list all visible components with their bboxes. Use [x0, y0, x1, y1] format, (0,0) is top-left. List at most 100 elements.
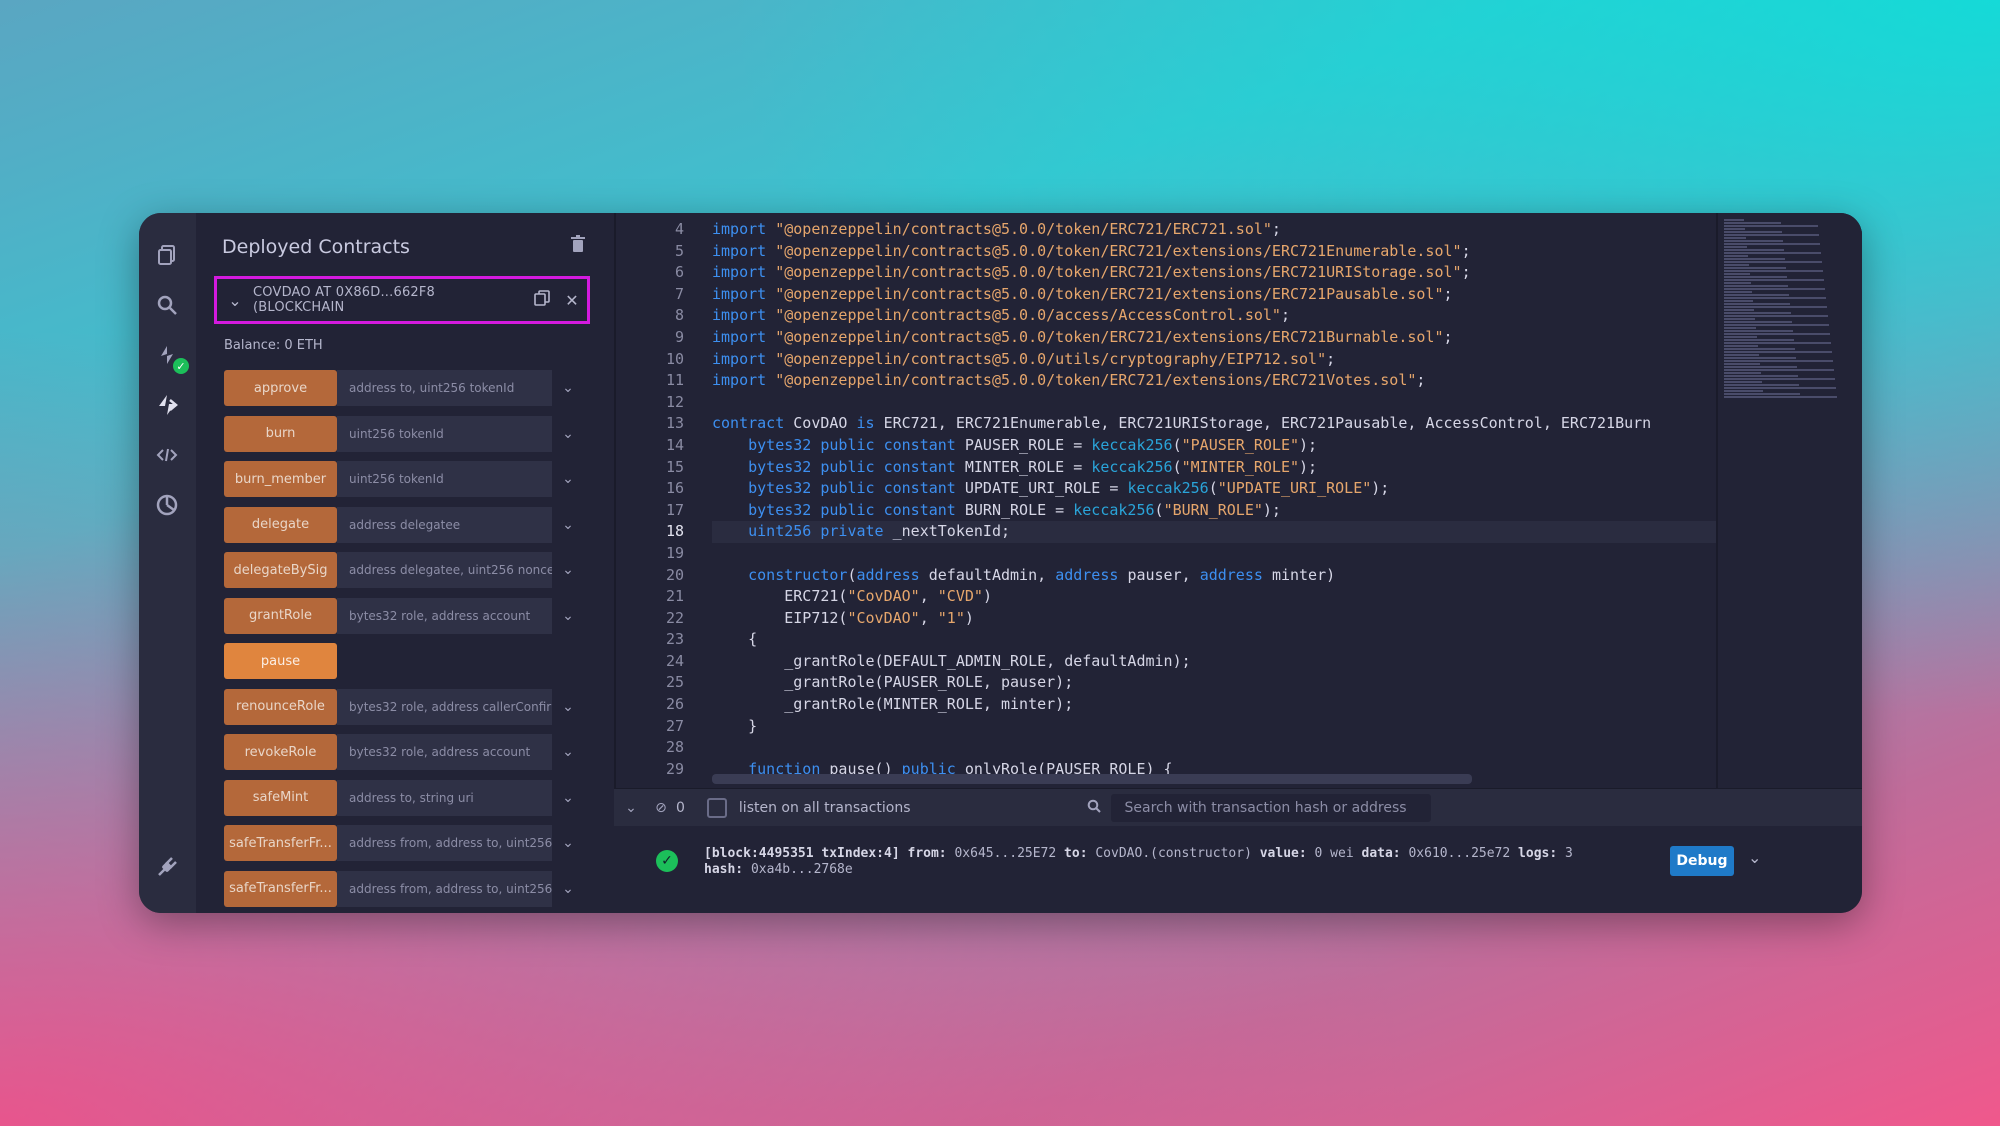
chevron-down-icon[interactable]: ⌄ — [217, 291, 253, 310]
minimap-line — [1724, 339, 1794, 341]
minimap-line — [1724, 333, 1830, 335]
compile-success-icon: ✓ — [173, 358, 189, 374]
minimap-line — [1724, 330, 1793, 332]
function-params-input[interactable]: bytes32 role, address account — [337, 597, 552, 634]
code-plugin-icon[interactable] — [153, 441, 181, 469]
listen-label: listen on all transactions — [738, 800, 911, 816]
function-params-input[interactable]: bytes32 role, address account — [337, 734, 552, 770]
icon-rail: ✓ — [139, 213, 197, 913]
minimap-line — [1724, 228, 1745, 230]
code-editor[interactable]: 4 5 6 7 8 9 10 11 12 13 14 15 16 17 18 19 20 21 22 23 24 25 26… — [614, 213, 1862, 788]
function-params-input[interactable]: address delegatee, uint256 nonce, uir — [337, 552, 552, 588]
function-params-input[interactable]: uint256 tokenId — [337, 415, 552, 452]
function-params-input[interactable]: address from, address to, uint256 tok — [337, 870, 552, 907]
minimap-line — [1724, 234, 1819, 236]
listen-checkbox[interactable] — [706, 798, 727, 818]
trash-icon[interactable] — [570, 235, 590, 257]
line-number: 16 — [665, 479, 684, 498]
minimap-line — [1724, 279, 1824, 281]
transaction-search-input[interactable]: Search with transaction hash or address — [1110, 794, 1431, 822]
function-row: pause — [224, 642, 584, 680]
line-number: 27 — [665, 716, 684, 735]
function-button[interactable]: delegate — [224, 506, 337, 543]
close-icon[interactable]: ✕ — [557, 291, 587, 310]
search-icon[interactable] — [153, 291, 181, 319]
collapse-terminal-icon[interactable]: ⌄ — [616, 800, 646, 816]
function-params-input[interactable]: address to, string uri — [337, 779, 552, 816]
minimap-line — [1724, 237, 1746, 239]
minimap[interactable] — [1716, 213, 1862, 788]
function-button[interactable]: revokeRole — [224, 734, 337, 770]
function-button[interactable]: renounceRole — [224, 688, 337, 725]
chevron-down-icon[interactable]: ⌄ — [552, 426, 584, 442]
code-line: import "@openzeppelin/contracts@5.0.0/to… — [712, 284, 1453, 303]
function-button[interactable]: approve — [224, 370, 337, 406]
analytics-icon[interactable] — [153, 491, 181, 519]
function-button[interactable]: safeTransferFr... — [224, 870, 337, 907]
function-params-input[interactable]: address delegatee — [337, 506, 552, 543]
function-button[interactable]: safeTransferFr... — [224, 825, 337, 861]
minimap-line — [1724, 354, 1759, 356]
deployed-contract-header[interactable]: ⌄ COVDAO AT 0X86D...662F8 (BLOCKCHAIN ✕ — [214, 276, 590, 324]
deploy-panel: Deployed Contracts ⌄ COVDAO AT 0X86D...6… — [196, 213, 664, 913]
chevron-down-icon[interactable]: ⌄ — [552, 744, 584, 760]
function-row: safeMint address to, string uri ⌄ — [224, 779, 584, 817]
minimap-line — [1724, 249, 1784, 251]
code-line: import "@openzeppelin/contracts@5.0.0/to… — [712, 263, 1471, 282]
chevron-down-icon[interactable]: ⌄ — [552, 517, 584, 533]
chevron-down-icon[interactable]: ⌄ — [552, 835, 584, 851]
line-number: 26 — [665, 695, 684, 714]
line-number-gutter: 4 5 6 7 8 9 10 11 12 13 14 15 16 17 18 19 20 21 22 23 24 25 26… — [616, 219, 684, 780]
minimap-line — [1724, 396, 1837, 398]
minimap-line — [1724, 276, 1787, 278]
log-line: [block:4495351 txIndex:4] from: 0x645...… — [704, 846, 1573, 861]
chevron-down-icon[interactable]: ⌄ — [552, 699, 584, 715]
minimap-line — [1724, 252, 1821, 254]
debug-button[interactable]: Debug — [1670, 846, 1734, 876]
copy-icon[interactable] — [527, 290, 557, 310]
minimap-line — [1724, 345, 1758, 347]
function-params-input[interactable]: uint256 tokenId — [337, 461, 552, 497]
plugin-manager-icon[interactable] — [153, 853, 181, 881]
chevron-down-icon[interactable]: ⌄ — [552, 608, 584, 624]
file-explorer-icon[interactable] — [153, 241, 181, 269]
chevron-down-icon[interactable]: ⌄ — [552, 881, 584, 897]
ide-window: ✓ Deployed Contracts ⌄ COVDAO AT 0X86D..… — [139, 213, 1862, 913]
function-button[interactable]: delegateBySig — [224, 552, 337, 588]
code-line: import "@openzeppelin/contracts@5.0.0/to… — [712, 327, 1453, 346]
chevron-down-icon[interactable]: ⌄ — [552, 562, 584, 578]
line-number: 11 — [665, 371, 684, 390]
terminal-output: ✓ [block:4495351 txIndex:4] from: 0x645.… — [614, 826, 1862, 913]
function-button[interactable]: pause — [224, 643, 337, 679]
transaction-log[interactable]: [block:4495351 txIndex:4] from: 0x645...… — [704, 846, 1573, 878]
line-number: 15 — [665, 457, 684, 476]
deploy-run-icon[interactable] — [153, 391, 181, 419]
function-params-input[interactable]: bytes32 role, address callerConfirmat — [337, 688, 552, 725]
horizontal-scrollbar[interactable] — [712, 774, 1472, 784]
minimap-line — [1724, 381, 1762, 383]
minimap-line — [1724, 375, 1798, 377]
code-line: bytes32 public constant MINTER_ROLE = ke… — [712, 457, 1318, 476]
line-number: 7 — [674, 284, 684, 303]
chevron-down-icon[interactable]: ⌄ — [552, 790, 584, 806]
function-button[interactable]: burn — [224, 415, 337, 452]
minimap-line — [1724, 318, 1755, 320]
code-line: bytes32 public constant UPDATE_URI_ROLE … — [712, 479, 1390, 498]
function-button[interactable]: grantRole — [224, 597, 337, 634]
chevron-down-icon[interactable]: ⌄ — [1748, 848, 1761, 867]
function-button[interactable]: burn_member — [224, 461, 337, 497]
minimap-line — [1724, 300, 1753, 302]
function-button[interactable]: safeMint — [224, 779, 337, 816]
function-params-input[interactable]: address from, address to, uint256 tok — [337, 825, 552, 861]
line-number: 18 — [665, 522, 684, 541]
code-content[interactable]: import "@openzeppelin/contracts@5.0.0/to… — [712, 219, 1717, 780]
function-row: safeTransferFr... address from, address t… — [224, 824, 584, 862]
chevron-down-icon[interactable]: ⌄ — [552, 471, 584, 487]
minimap-line — [1724, 372, 1761, 374]
clear-console-icon[interactable]: ⊘ — [646, 800, 676, 816]
chevron-down-icon[interactable]: ⌄ — [552, 380, 584, 396]
function-params-input[interactable]: address to, uint256 tokenId — [337, 370, 552, 406]
minimap-line — [1724, 297, 1826, 299]
